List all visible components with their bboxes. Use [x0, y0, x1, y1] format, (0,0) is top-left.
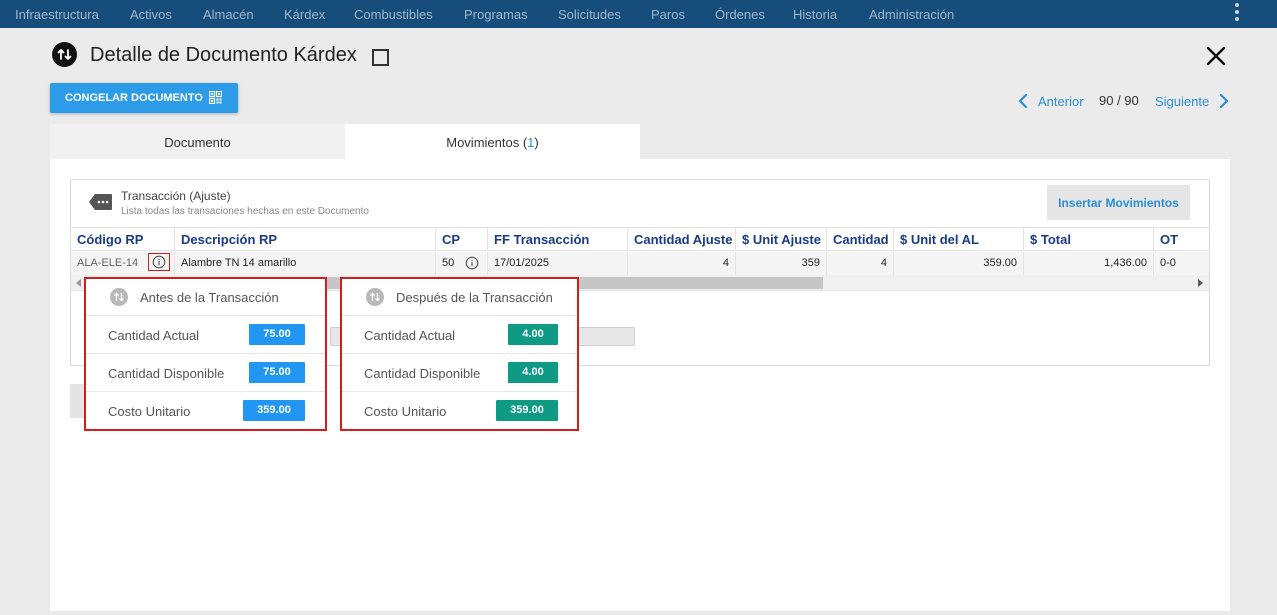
info-icon[interactable]: [465, 256, 479, 275]
transaction-subtitle: Lista todas las transaciones hechas en e…: [121, 206, 369, 217]
swap-vertical-icon: [366, 288, 384, 306]
nav-item-kardex[interactable]: Kárdex: [284, 7, 325, 22]
nav-item-combustibles[interactable]: Combustibles: [354, 7, 433, 22]
before-transaction-popup: Antes de la Transacción Cantidad Actual …: [84, 277, 327, 431]
before-row-costo-unitario: Costo Unitario 359.00: [86, 392, 325, 430]
scroll-left-icon[interactable]: [76, 279, 81, 287]
value-badge: 4.00: [508, 324, 558, 345]
nav-item-administracion[interactable]: Administración: [869, 7, 954, 22]
tab-documento-label: Documento: [164, 135, 231, 150]
column-header-total[interactable]: $ Total: [1024, 228, 1154, 251]
cell-descripcion: Alambre TN 14 amarillo: [175, 252, 436, 275]
chevron-right-icon[interactable]: [1218, 93, 1230, 114]
qr-code-icon: [208, 90, 223, 107]
chevron-left-icon[interactable]: [1017, 93, 1029, 114]
cell-unit-al: 359.00: [894, 252, 1024, 275]
before-row-cantidad-disponible: Cantidad Disponible 75.00: [86, 354, 325, 392]
freeze-document-button[interactable]: CONGELAR DOCUMENTO: [50, 83, 238, 113]
tab-movimientos[interactable]: Movimientos (1): [345, 124, 640, 159]
next-link[interactable]: Siguiente: [1155, 94, 1209, 109]
more-options-icon[interactable]: [1235, 3, 1239, 23]
nav-item-historia[interactable]: Historia: [793, 7, 837, 22]
nav-item-ordenes[interactable]: Órdenes: [715, 7, 765, 22]
transaction-title: Transacción (Ajuste): [121, 189, 231, 203]
column-header-codigo[interactable]: Código RP: [71, 228, 175, 251]
cell-cp: 50: [436, 252, 488, 275]
cell-unit-ajuste: 359: [736, 252, 827, 275]
popup-header: Después de la Transacción: [342, 279, 577, 316]
value-badge: 4.00: [508, 362, 558, 383]
value-badge: 359.00: [243, 400, 305, 421]
cell-cantidad: 4: [827, 252, 894, 275]
nav-item-activos[interactable]: Activos: [130, 7, 172, 22]
column-header-cantidad-ajuste[interactable]: Cantidad Ajuste: [628, 228, 736, 251]
cell-fecha: 17/01/2025: [488, 252, 628, 275]
row-label: Cantidad Disponible: [364, 366, 481, 381]
tab-movimientos-label: Movimientos: [446, 135, 520, 150]
column-header-ot[interactable]: OT: [1154, 228, 1209, 251]
column-header-unit-ajuste[interactable]: $ Unit Ajuste: [736, 228, 827, 251]
after-row-cantidad-actual: Cantidad Actual 4.00: [342, 316, 577, 354]
nav-item-solicitudes[interactable]: Solicitudes: [558, 7, 621, 22]
page-title: Detalle de Documento Kárdex: [90, 44, 357, 66]
value-badge: 75.00: [249, 362, 305, 383]
select-checkbox[interactable]: [372, 49, 389, 66]
after-row-costo-unitario: Costo Unitario 359.00: [342, 392, 577, 430]
close-icon[interactable]: [1202, 42, 1230, 70]
after-transaction-popup: Después de la Transacción Cantidad Actua…: [340, 277, 579, 431]
table-row[interactable]: ALA-ELE-14 Alambre TN 14 amarillo 50 17/…: [71, 252, 1209, 275]
info-icon-highlight: [148, 253, 170, 271]
tab-movimientos-count: 1: [527, 135, 535, 150]
table-header: Código RP Descripción RP CP FF Transacci…: [71, 227, 1209, 251]
tag-icon: [89, 193, 113, 216]
swap-vertical-icon: [110, 288, 128, 306]
nav-item-programas[interactable]: Programas: [464, 7, 528, 22]
scroll-right-icon[interactable]: [1198, 279, 1203, 287]
column-header-descripcion[interactable]: Descripción RP: [175, 228, 436, 251]
nav-item-paros[interactable]: Paros: [651, 7, 685, 22]
column-header-unit-al[interactable]: $ Unit del AL: [894, 228, 1024, 251]
popup-header: Antes de la Transacción: [86, 279, 325, 316]
row-label: Cantidad Actual: [108, 328, 200, 343]
popup-title: Antes de la Transacción: [140, 290, 279, 305]
value-badge: 75.00: [249, 324, 305, 345]
insert-movements-button[interactable]: Insertar Movimientos: [1047, 185, 1190, 220]
nav-item-infraestructura[interactable]: Infraestructura: [15, 7, 99, 22]
popup-title: Después de la Transacción: [396, 290, 553, 305]
row-label: Cantidad Actual: [364, 328, 456, 343]
tab-documento[interactable]: Documento: [50, 124, 345, 159]
page-counter: 90 / 90: [1099, 93, 1139, 108]
row-label: Cantidad Disponible: [108, 366, 225, 381]
cell-cantidad-ajuste: 4: [628, 252, 736, 275]
freeze-document-label: CONGELAR DOCUMENTO: [65, 92, 203, 104]
cell-cp-value: 50: [442, 257, 455, 269]
value-badge: 359.00: [496, 400, 558, 421]
cell-ot: 0-0: [1160, 257, 1176, 269]
column-header-cantidad[interactable]: Cantidad: [827, 228, 894, 251]
row-label: Costo Unitario: [364, 404, 447, 419]
previous-link[interactable]: Anterior: [1038, 94, 1084, 109]
after-row-cantidad-disponible: Cantidad Disponible 4.00: [342, 354, 577, 392]
top-navigation: Infraestructura Activos Almacén Kárdex C…: [0, 0, 1277, 28]
swap-vertical-icon: [52, 42, 77, 67]
column-header-fecha[interactable]: FF Transacción: [488, 228, 628, 251]
nav-item-almacen[interactable]: Almacén: [203, 7, 254, 22]
column-header-cp[interactable]: CP: [436, 228, 488, 251]
before-row-cantidad-actual: Cantidad Actual 75.00: [86, 316, 325, 354]
cell-total: 1,436.00: [1024, 252, 1154, 275]
row-label: Costo Unitario: [108, 404, 191, 419]
